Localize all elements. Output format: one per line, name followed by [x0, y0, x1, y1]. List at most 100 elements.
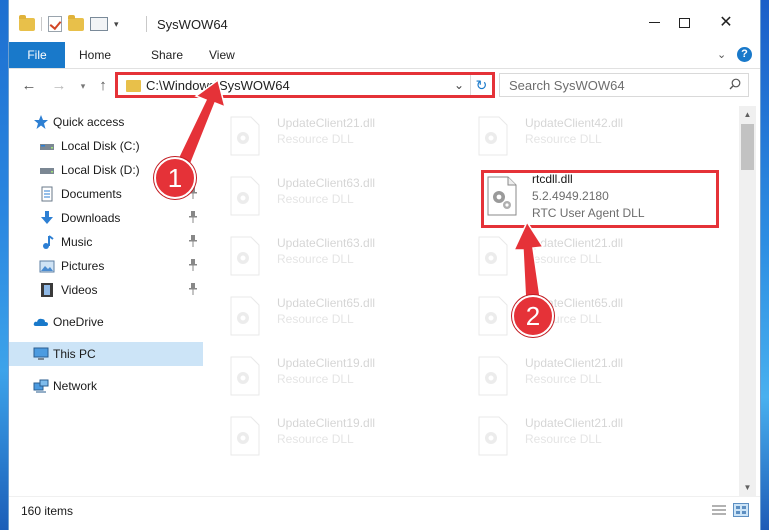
- file-type: Resource DLL: [277, 192, 354, 206]
- search-icon[interactable]: [729, 78, 741, 90]
- scrollbar-thumb[interactable]: [741, 124, 754, 170]
- dll-file-icon: [230, 416, 260, 456]
- address-dropdown-icon[interactable]: ⌄: [454, 78, 464, 92]
- new-folder-icon[interactable]: [68, 14, 84, 31]
- file-type: Resource DLL: [277, 432, 354, 446]
- scroll-down-icon[interactable]: ▼: [739, 479, 756, 496]
- large-icons-view-icon[interactable]: [733, 503, 749, 517]
- file-type: Resource DLL: [277, 252, 354, 266]
- dll-file-icon: [478, 236, 508, 276]
- chevron-down-icon[interactable]: ▾: [114, 19, 119, 30]
- sidebar-item-music[interactable]: Music: [9, 230, 203, 254]
- title-divider: [146, 16, 147, 32]
- file-item[interactable]: UpdateClient21.dll Resource DLL: [459, 412, 691, 464]
- pin-icon[interactable]: [189, 283, 197, 295]
- file-item[interactable]: UpdateClient21.dll Resource DLL: [459, 232, 691, 284]
- address-path[interactable]: C:\Windows\SysWOW64: [146, 78, 290, 93]
- pin-icon[interactable]: [189, 259, 197, 271]
- scroll-up-icon[interactable]: ▲: [739, 106, 756, 123]
- back-button[interactable]: ←: [19, 76, 39, 96]
- file-item[interactable]: UpdateClient21.dll Resource DLL: [459, 352, 691, 404]
- sidebar-item-label: Network: [53, 379, 98, 393]
- file-type: Resource DLL: [525, 132, 602, 146]
- window-title: SysWOW64: [157, 17, 228, 32]
- tab-file[interactable]: File: [9, 42, 65, 68]
- sidebar-item-label: This PC: [53, 347, 96, 361]
- sidebar-item-pictures[interactable]: Pictures: [9, 254, 203, 278]
- quick-access-toolbar: ▾: [19, 14, 119, 34]
- sidebar-item-network[interactable]: Network: [9, 374, 203, 398]
- minimize-button[interactable]: [639, 11, 669, 35]
- sidebar-item-label: Pictures: [61, 259, 105, 273]
- file-list: UpdateClient21.dll Resource DLL UpdateCl…: [211, 106, 739, 496]
- file-name: UpdateClient63.dll: [277, 176, 376, 190]
- sidebar-item-onedrive[interactable]: OneDrive: [9, 310, 203, 334]
- dll-file-icon: [230, 236, 260, 276]
- close-button[interactable]: ✕: [711, 11, 741, 35]
- star-icon: [34, 115, 48, 129]
- file-item[interactable]: UpdateClient63.dll Resource DLL: [211, 232, 443, 284]
- file-item[interactable]: UpdateClient19.dll Resource DLL: [211, 352, 443, 404]
- status-bar: 160 items: [9, 496, 760, 522]
- sidebar-item-label: Local Disk (C:): [61, 139, 140, 153]
- sidebar-item-videos[interactable]: Videos: [9, 278, 203, 302]
- dll-file-icon: [230, 356, 260, 396]
- file-type: Resource DLL: [525, 372, 602, 386]
- vertical-scrollbar[interactable]: ▲ ▼: [739, 106, 756, 496]
- navigation-bar: ← → ▾ ↑ C:\Windows\SysWOW64 ⌄ ↻ Search S…: [9, 70, 760, 102]
- tab-view[interactable]: View: [195, 42, 249, 68]
- pictures-icon: [39, 260, 55, 273]
- file-item[interactable]: UpdateClient19.dll Resource DLL: [211, 412, 443, 464]
- tab-home[interactable]: Home: [65, 42, 125, 68]
- sidebar-item-quick-access[interactable]: Quick access: [9, 110, 203, 134]
- sidebar-item-this-pc[interactable]: This PC: [9, 342, 203, 366]
- download-icon: [41, 211, 53, 224]
- sidebar-item-label: OneDrive: [53, 315, 104, 329]
- file-type: Resource DLL: [525, 252, 602, 266]
- details-view-icon[interactable]: [711, 503, 727, 517]
- desktop-background-left: [0, 0, 8, 530]
- file-type: Resource DLL: [277, 372, 354, 386]
- step-2-badge: 2: [512, 295, 554, 337]
- help-icon[interactable]: ?: [737, 47, 752, 62]
- sidebar-item-downloads[interactable]: Downloads: [9, 206, 203, 230]
- pin-icon[interactable]: [189, 211, 197, 223]
- forward-button[interactable]: →: [49, 76, 69, 96]
- address-bar[interactable]: C:\Windows\SysWOW64 ⌄ ↻: [115, 72, 495, 98]
- sidebar-item-local-disk-c[interactable]: Local Disk (C:): [9, 134, 203, 158]
- search-box[interactable]: Search SysWOW64: [499, 73, 749, 97]
- file-item[interactable]: UpdateClient65.dll Resource DLL: [459, 292, 691, 344]
- sidebar-item-label: Documents: [61, 187, 122, 201]
- expand-ribbon-icon[interactable]: ⌄: [717, 48, 726, 61]
- file-item[interactable]: UpdateClient63.dll Resource DLL: [211, 172, 443, 224]
- dll-file-icon: [478, 116, 508, 156]
- dll-file-icon: [230, 116, 260, 156]
- file-type: Resource DLL: [277, 132, 354, 146]
- file-type: Resource DLL: [277, 312, 354, 326]
- file-item[interactable]: UpdateClient42.dll Resource DLL: [459, 112, 691, 164]
- maximize-button[interactable]: [669, 11, 699, 35]
- file-item[interactable]: UpdateClient65.dll Resource DLL: [211, 292, 443, 344]
- step-1-badge: 1: [154, 157, 196, 199]
- dll-file-icon: [478, 296, 508, 336]
- dll-file-icon: [230, 176, 260, 216]
- search-input[interactable]: Search SysWOW64: [509, 78, 625, 93]
- recent-locations-button[interactable]: ▾: [73, 76, 93, 96]
- file-type: Resource DLL: [525, 432, 602, 446]
- file-name: UpdateClient63.dll: [277, 236, 376, 250]
- dll-file-icon: [478, 356, 508, 396]
- properties-check-icon[interactable]: [48, 16, 62, 32]
- properties-icon[interactable]: [90, 17, 108, 31]
- maximize-icon: [678, 17, 690, 28]
- dll-file-icon: [478, 416, 508, 456]
- ribbon: File Home Share View ⌄ ?: [9, 42, 760, 69]
- refresh-icon[interactable]: ↻: [470, 75, 492, 95]
- music-icon: [43, 235, 54, 249]
- up-button[interactable]: ↑: [93, 76, 113, 96]
- pin-icon[interactable]: [189, 235, 197, 247]
- file-name: UpdateClient65.dll: [277, 296, 376, 310]
- file-name: UpdateClient42.dll: [525, 116, 624, 130]
- file-item[interactable]: UpdateClient21.dll Resource DLL: [211, 112, 443, 164]
- tab-share[interactable]: Share: [137, 42, 197, 68]
- desktop-background-right: [761, 0, 769, 530]
